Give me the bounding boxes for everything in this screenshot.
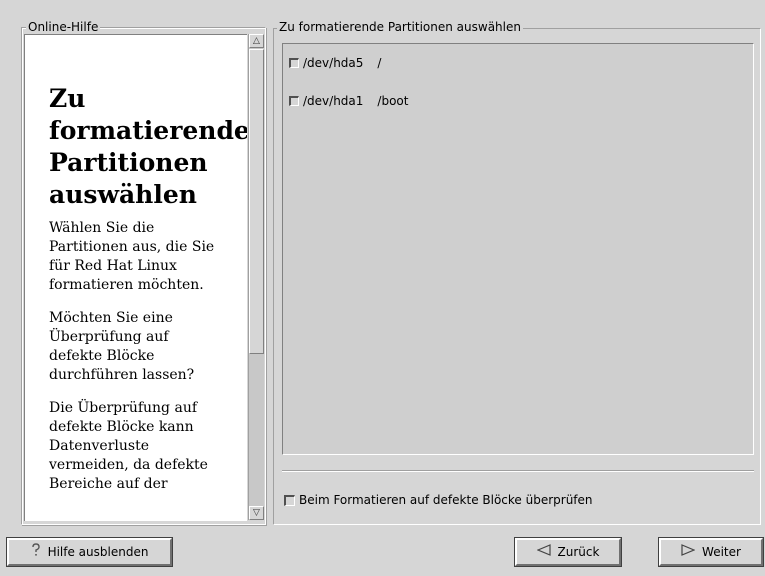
help-content: Zu formatierende Partitionen auswählen W… <box>25 35 247 494</box>
help-paragraph: Die Überprüfung auf defekte Blöcke kann … <box>49 400 208 492</box>
badblocks-label: Beim Formatieren auf defekte Blöcke über… <box>299 493 593 507</box>
badblocks-option[interactable]: Beim Formatieren auf defekte Blöcke über… <box>284 493 593 507</box>
help-frame-label: Online-Hilfe <box>26 19 101 35</box>
badblocks-checkbox[interactable] <box>284 494 295 506</box>
scroll-up-icon[interactable]: △ <box>249 34 264 48</box>
partition-checkbox[interactable] <box>289 96 299 106</box>
hide-help-button[interactable]: Hilfe ausblenden <box>6 537 173 567</box>
next-label: Weiter <box>702 545 741 559</box>
help-icon <box>31 543 41 561</box>
help-paragraph: Wählen Sie die Partitionen aus, die Sie … <box>49 220 215 293</box>
help-title: Zu formatierende Partitionen auswählen <box>49 84 247 209</box>
back-label: Zurück <box>557 545 600 559</box>
partition-row-hda5[interactable]: /dev/hda5 / <box>289 55 381 71</box>
partition-checkbox[interactable] <box>289 58 299 68</box>
hide-help-label: Hilfe ausblenden <box>47 545 149 559</box>
partitions-frame-label: Zu formatierende Partitionen auswählen <box>277 19 523 35</box>
separator <box>282 470 754 472</box>
help-panel: Zu formatierende Partitionen auswählen W… <box>24 34 247 521</box>
partition-device: /dev/hda5 <box>303 56 364 70</box>
back-button[interactable]: Zurück <box>514 537 622 567</box>
arrow-left-icon <box>535 544 551 560</box>
partition-device: /dev/hda1 <box>303 94 364 108</box>
partition-mount: / <box>377 56 382 70</box>
next-button[interactable]: Weiter <box>658 537 764 567</box>
scroll-down-icon[interactable]: ▽ <box>249 506 264 520</box>
help-frame: Online-Hilfe Zu formatierende Partitione… <box>21 19 266 525</box>
partition-list: /dev/hda5 / /dev/hda1 /boot <box>282 43 754 455</box>
partition-mount: /boot <box>377 94 409 108</box>
help-scrollbar[interactable]: △ ▽ <box>248 34 264 520</box>
help-paragraph: Möchten Sie eine Überprüfung auf defekte… <box>49 310 195 383</box>
partition-row-hda1[interactable]: /dev/hda1 /boot <box>289 93 408 109</box>
scroll-thumb[interactable] <box>249 49 264 354</box>
arrow-right-icon <box>681 544 696 560</box>
